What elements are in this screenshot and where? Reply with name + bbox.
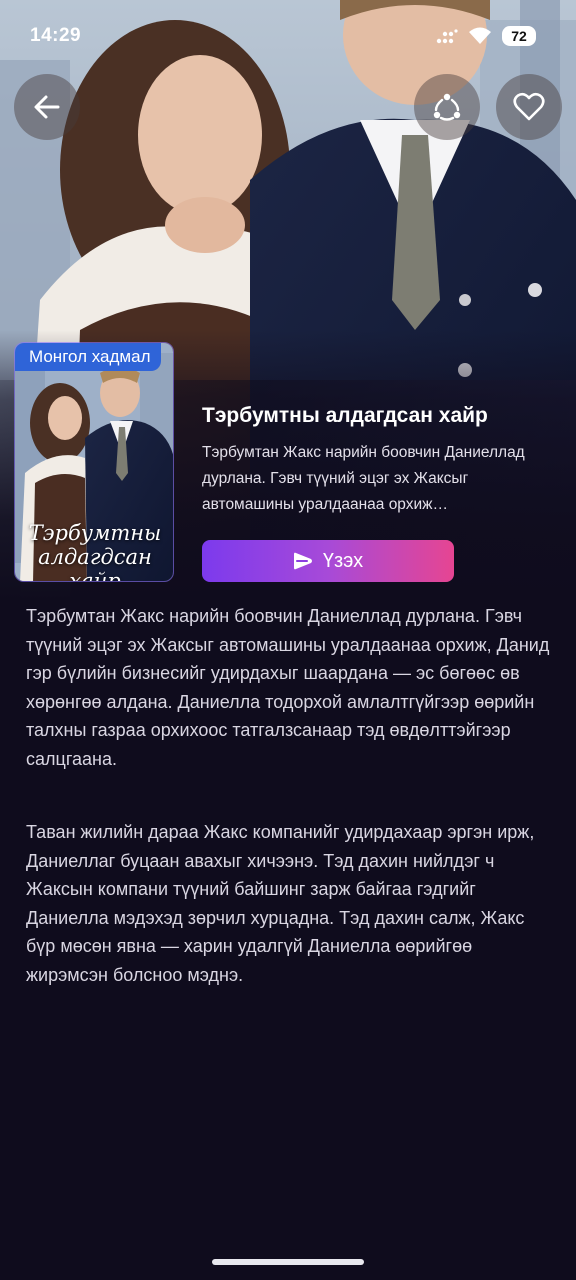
share-icon (433, 93, 461, 121)
arrow-left-icon (34, 95, 60, 119)
cover-image: Монгол хадмал Тэрбумтны алдагдсан хайр (14, 342, 174, 582)
description-paragraph-1: Тэрбумтан Жакс нарийн боовчин Даниеллад … (26, 606, 550, 769)
subtitle-badge: Монгол хадмал (15, 343, 161, 371)
watch-button-label: Үзэх (322, 549, 364, 572)
share-button[interactable] (414, 74, 480, 140)
cover-title: Тэрбумтны алдагдсан хайр (28, 521, 162, 582)
status-time: 14:29 (30, 25, 82, 46)
back-button[interactable] (14, 74, 80, 140)
status-bar: 14:29 72 (0, 0, 576, 72)
watch-button[interactable]: Үзэх (202, 540, 454, 582)
status-icons: 72 (436, 26, 536, 46)
description-paragraph-2: Таван жилийн дараа Жакс компанийг удирда… (26, 822, 535, 985)
signal-icon (436, 29, 458, 44)
drama-title: Тэрбумтны алдагдсан хайр (202, 404, 488, 427)
favorite-button[interactable] (496, 74, 562, 140)
short-description: Тэрбумтан Жакс нарийн боовчин Даниеллад … (202, 444, 525, 513)
play-icon (293, 552, 312, 570)
battery-indicator: 72 (502, 26, 536, 46)
home-indicator[interactable] (212, 1259, 364, 1265)
heart-icon (513, 92, 545, 121)
wifi-icon (469, 27, 491, 44)
